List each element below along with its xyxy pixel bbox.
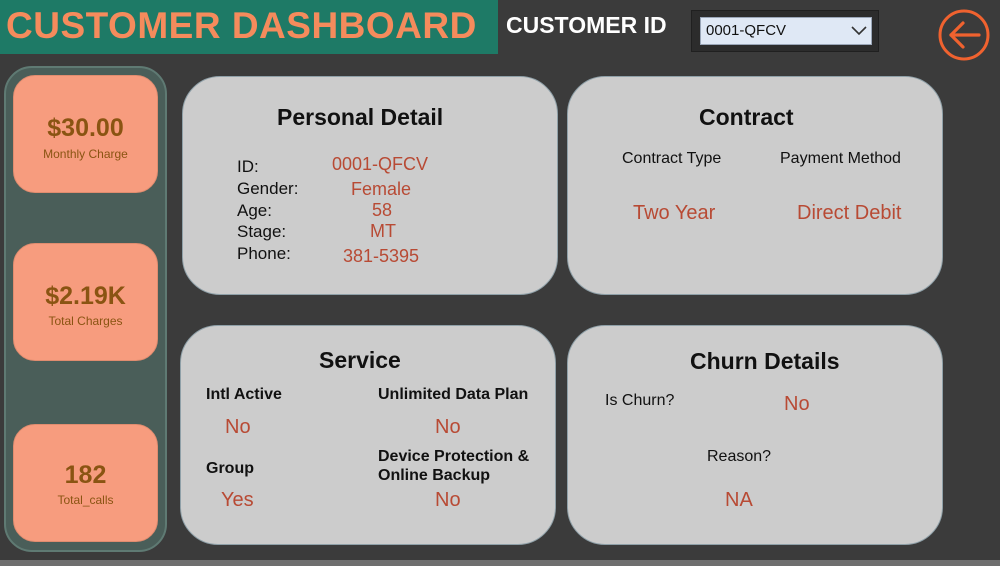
- kpi-card-monthly-charge: $30.00 Monthly Charge: [13, 75, 158, 193]
- reason-label: Reason?: [707, 448, 772, 465]
- customer-id-select-value[interactable]: 0001-QFCV: [706, 22, 786, 39]
- kpi-value: $2.19K: [45, 282, 126, 310]
- payment-method-label: Payment Method: [780, 150, 901, 167]
- card-title: Service: [319, 347, 401, 373]
- kpi-card-total-charges: $2.19K Total Charges: [13, 243, 158, 361]
- is-churn-value: No: [784, 393, 810, 415]
- field-label: Phone:: [237, 244, 291, 263]
- unlimited-data-label: Unlimited Data Plan: [378, 386, 529, 403]
- chevron-down-icon[interactable]: [850, 24, 868, 36]
- is-churn-label: Is Churn?: [605, 392, 675, 409]
- service-card: Service Intl Active No Unlimited Data Pl…: [180, 325, 556, 545]
- contract-type-value: Two Year: [633, 202, 716, 224]
- kpi-value: 182: [64, 461, 107, 489]
- group-value: Yes: [221, 489, 254, 511]
- contract-card: Contract Contract Type Payment Method Tw…: [567, 76, 943, 295]
- field-value: 58: [372, 200, 393, 220]
- online-backup-label: Online Backup: [378, 467, 491, 484]
- kpi-label: Total_calls: [57, 493, 114, 507]
- personal-detail-card: Personal Detail ID: Gender: Age: Stage: …: [182, 76, 558, 295]
- kpi-label: Total Charges: [48, 314, 123, 328]
- unlimited-data-value: No: [435, 416, 461, 438]
- field-label: Gender:: [237, 179, 299, 198]
- kpi-value: $30.00: [47, 114, 124, 142]
- contract-type-label: Contract Type: [622, 150, 722, 167]
- field-label: ID:: [237, 157, 259, 176]
- page-title: CUSTOMER DASHBOARD: [6, 5, 477, 46]
- payment-method-value: Direct Debit: [797, 202, 902, 224]
- field-value: Female: [351, 179, 412, 199]
- kpi-label: Monthly Charge: [43, 147, 128, 161]
- group-label: Group: [206, 460, 254, 477]
- device-protection-value: No: [435, 489, 461, 511]
- customer-id-label: CUSTOMER ID: [506, 12, 667, 38]
- field-label: Stage:: [237, 222, 287, 241]
- intl-active-value: No: [225, 416, 251, 438]
- field-value: MT: [370, 221, 396, 241]
- kpi-card-total-calls: 182 Total_calls: [13, 424, 158, 542]
- reason-value: NA: [725, 489, 753, 511]
- intl-active-label: Intl Active: [206, 386, 282, 403]
- card-title: Personal Detail: [277, 104, 444, 130]
- bottom-divider: [0, 560, 1000, 566]
- churn-details-card: Churn Details Is Churn? No Reason? NA: [567, 325, 943, 545]
- field-label: Age:: [237, 201, 272, 220]
- field-value: 0001-QFCV: [332, 154, 429, 174]
- device-protection-label: Device Protection &: [378, 448, 530, 465]
- field-value: 381-5395: [343, 246, 420, 266]
- card-title: Churn Details: [690, 348, 840, 374]
- back-arrow-icon[interactable]: [937, 8, 991, 62]
- card-title: Contract: [699, 104, 794, 130]
